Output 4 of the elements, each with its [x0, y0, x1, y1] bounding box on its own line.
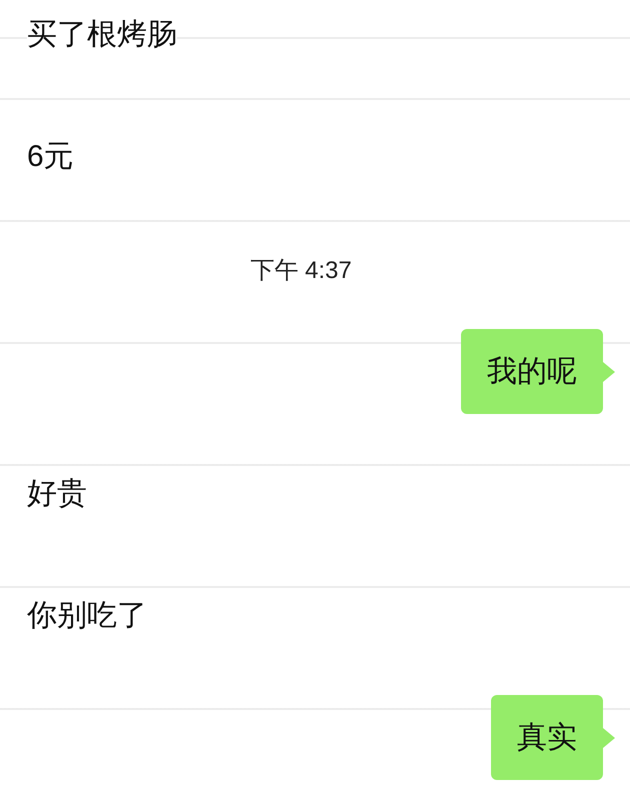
bubble-tail: [603, 728, 615, 748]
bubble-tail: [603, 362, 615, 382]
chat-bubble: 真实: [491, 695, 603, 780]
chat-bubble: 我的呢: [461, 329, 603, 414]
